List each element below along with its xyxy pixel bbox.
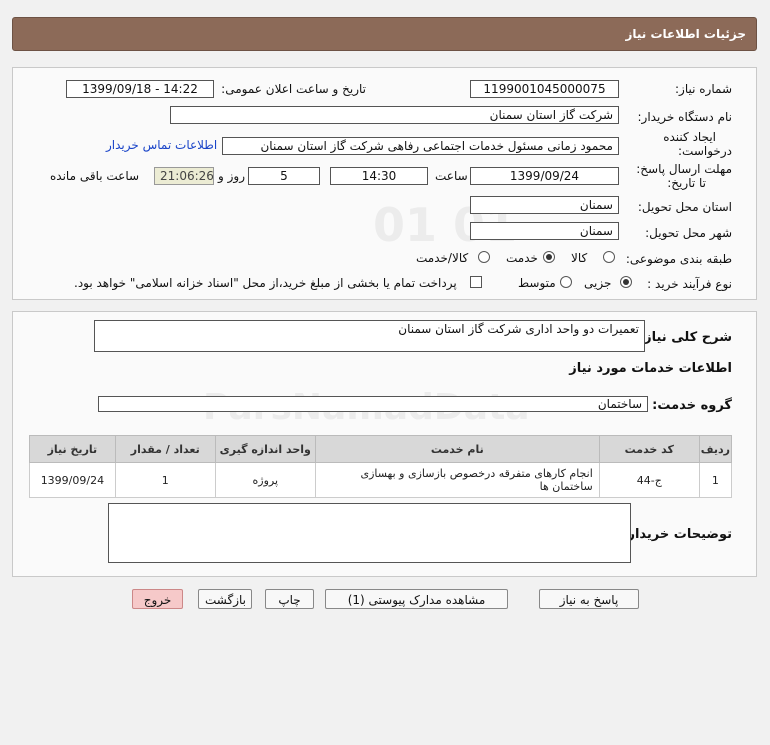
cell-quantity: 1 [114,462,216,498]
category-service-radio[interactable] [543,251,555,263]
col-service-name: نام خدمت [314,435,600,463]
process-type-label: نوع فرآیند خرید : [647,277,732,291]
deadline-label-line2: تا تاریخ: [667,176,706,190]
remaining-days-field: 5 [248,167,320,185]
deadline-time-field: 14:30 [330,167,428,185]
category-goods-label: کالا [571,251,588,265]
process-minor-label: جزیی [584,276,612,290]
city-label: شهر محل تحویل: [645,226,732,240]
requester-label-line2: درخواست: [678,144,732,158]
province-label: استان محل تحویل: [637,200,732,214]
remaining-time-label: ساعت باقی مانده [50,169,140,183]
col-quantity: تعداد / مقدار [114,435,216,463]
category-goods-service-label: کالا/خدمت [416,251,469,265]
print-button[interactable]: چاپ [265,589,314,609]
summary-field: تعمیرات دو واحد اداری شرکت گاز استان سمن… [94,320,645,352]
services-table: ردیف کد خدمت نام خدمت واحد اندازه گیری ت… [29,435,733,498]
back-button[interactable]: بازگشت [198,589,252,609]
cell-row-number: 1 [698,462,733,498]
category-label: طبقه بندی موضوعی: [625,252,732,266]
province-field: سمنان [470,196,619,214]
cell-need-date: 1399/09/24 [29,462,116,498]
col-unit: واحد اندازه گیری [214,435,316,463]
buyer-notes-field [108,503,631,563]
days-label: روز و [218,169,245,183]
col-service-code: کد خدمت [598,435,700,463]
process-medium-label: متوسط [518,276,556,290]
services-heading: اطلاعات خدمات مورد نیاز [569,361,732,376]
view-attachments-button[interactable]: مشاهده مدارک پیوستی (1) [325,589,508,609]
deadline-time-label: ساعت [435,169,468,183]
category-service-label: خدمت [506,251,538,265]
category-goods-radio[interactable] [603,251,615,263]
need-number-field: 1199001045000075 [470,80,619,98]
col-need-date: تاریخ نیاز [29,435,116,463]
cell-unit: پروژه [214,462,316,498]
reply-button[interactable]: پاسخ به نیاز [539,589,639,609]
buyer-notes-label: توضیحات خریدار: [622,527,732,542]
treasury-payment-note: پرداخت تمام یا بخشی از مبلغ خرید،از محل … [74,276,457,290]
process-minor-radio[interactable] [620,276,632,288]
remaining-time-field: 21:06:26 [154,167,214,185]
category-goods-service-radio[interactable] [478,251,490,263]
deadline-date-field: 1399/09/24 [470,167,619,185]
process-medium-radio[interactable] [560,276,572,288]
city-field: سمنان [470,222,619,240]
service-group-field: ساختمان [98,396,648,412]
exit-button[interactable]: خروج [132,589,183,609]
page-title: جزئیات اطلاعات نیاز [625,27,746,41]
requester-field: محمود زمانی مسئول خدمات اجتماعی رفاهی شر… [222,137,619,155]
announce-date-field: 1399/09/18 - 14:22 [66,80,214,98]
services-table-header-row: ردیف کد خدمت نام خدمت واحد اندازه گیری ت… [29,435,733,463]
cell-service-name: انجام کارهای متفرقه درخصوص بازسازی و بهس… [314,462,600,498]
buyer-org-label: نام دستگاه خریدار: [637,110,733,124]
col-row-number: ردیف [698,435,733,463]
cell-service-code: ج-44 [598,462,700,498]
announce-date-label: تاریخ و ساعت اعلان عمومی: [221,82,366,96]
requester-label-line1: ایجاد کننده [663,130,716,144]
summary-label: شرح کلی نیاز: [638,330,732,345]
deadline-label-line1: مهلت ارسال پاسخ: [636,162,732,176]
buyer-contact-link[interactable]: اطلاعات تماس خریدار [106,138,217,152]
service-group-label: گروه خدمت: [652,398,732,413]
buyer-org-field: شرکت گاز استان سمنان [170,106,619,124]
page-header: جزئیات اطلاعات نیاز [12,17,757,51]
treasury-payment-checkbox[interactable] [470,276,482,288]
table-row: 1 ج-44 انجام کارهای متفرقه درخصوص بازساز… [29,462,733,498]
need-number-label: شماره نیاز: [675,82,732,96]
